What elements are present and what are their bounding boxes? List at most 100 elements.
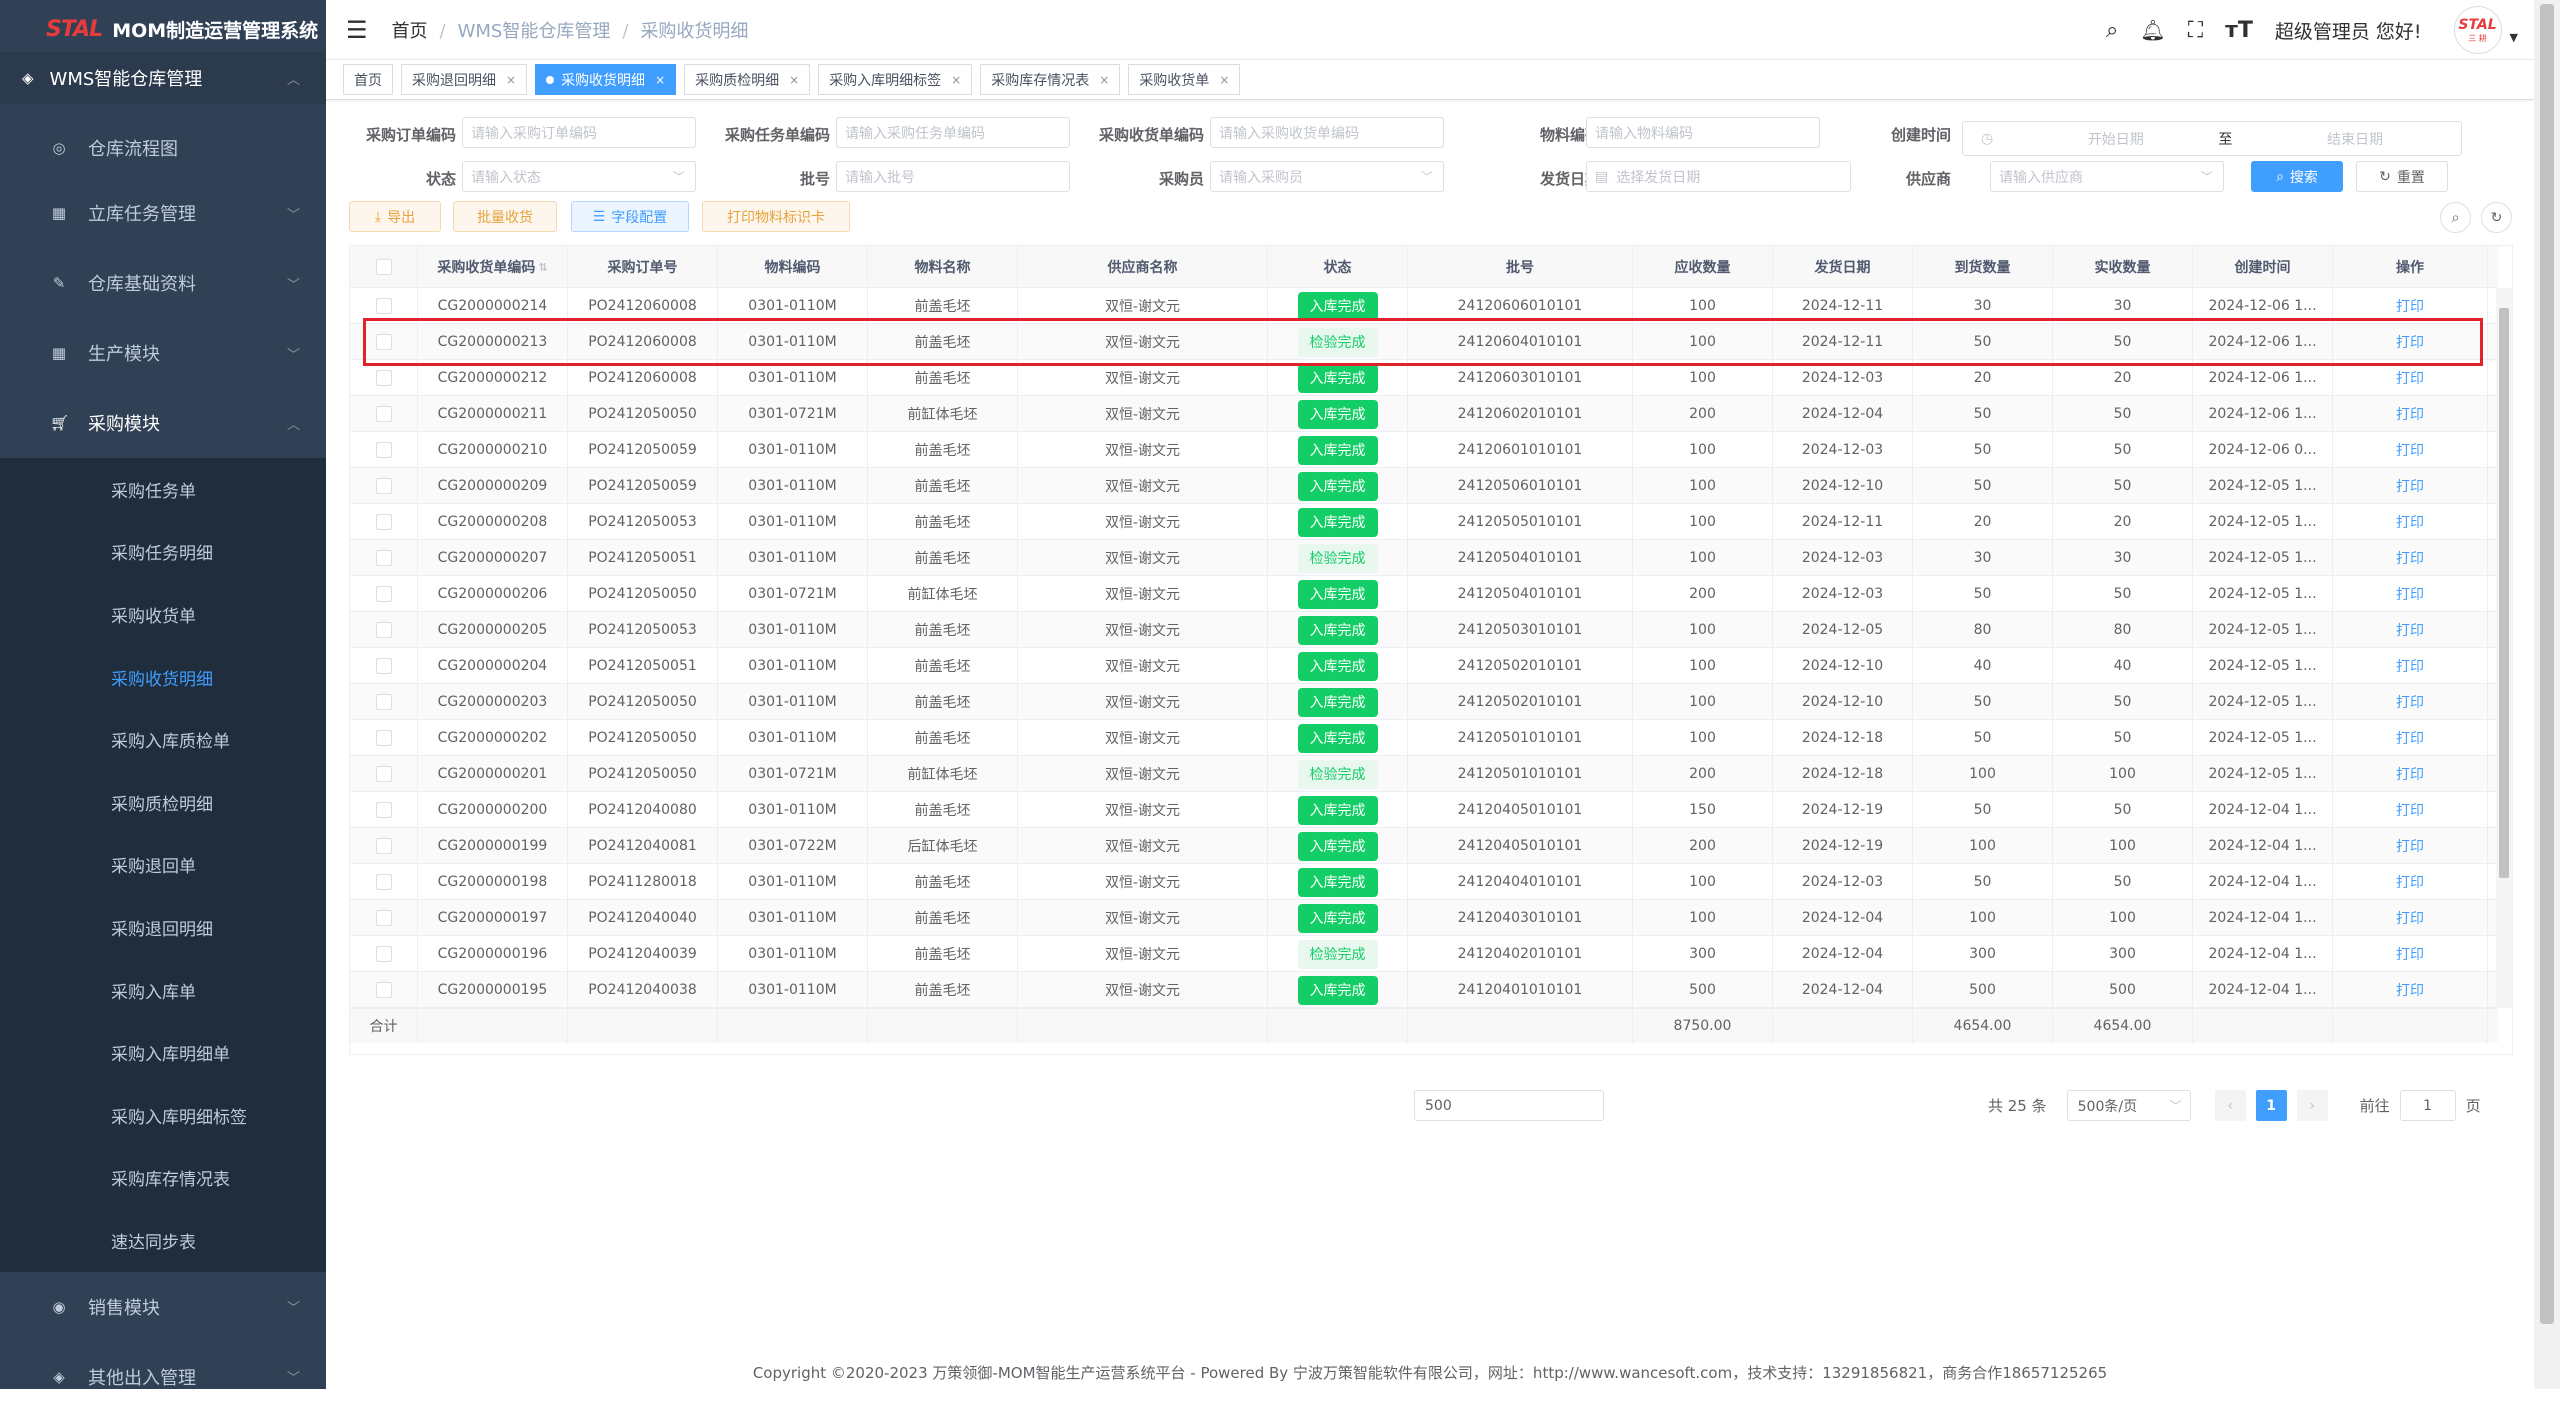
export-button[interactable]: ⤓ 导出 <box>349 201 441 232</box>
caret-down-icon[interactable]: ▼ <box>2510 31 2518 44</box>
print-link[interactable]: 打印 <box>2396 296 2424 316</box>
menu-wms[interactable]: ◈ WMS智能仓库管理 ︿ <box>0 52 326 104</box>
print-link[interactable]: 打印 <box>2396 944 2424 964</box>
checkbox[interactable] <box>375 586 392 602</box>
checkbox[interactable] <box>375 730 392 746</box>
sidebar-item-purchase[interactable]: 🛒︎ 采购模块 ︿ <box>0 388 326 458</box>
close-icon[interactable]: × <box>951 73 961 87</box>
font-size-icon[interactable]: ᴛT <box>2225 18 2253 43</box>
print-link[interactable]: 打印 <box>2396 836 2424 856</box>
row-checkbox-cell[interactable] <box>350 936 418 972</box>
search-button[interactable]: ⌕ 搜索 <box>2251 161 2343 192</box>
submenu-item[interactable]: 采购入库明细单 <box>0 1021 326 1084</box>
row-checkbox-cell[interactable] <box>350 720 418 756</box>
print-link[interactable]: 打印 <box>2396 368 2424 388</box>
toggle-search-icon[interactable]: ⌕ <box>2440 202 2471 233</box>
checkbox[interactable] <box>375 766 392 782</box>
row-checkbox-cell[interactable] <box>350 396 418 432</box>
field-config-button[interactable]: ☰ 字段配置 <box>571 201 689 232</box>
tab-inbound-label[interactable]: 采购入库明细标签 × <box>818 64 973 95</box>
table-row[interactable]: CG2000000205 PO2412050053 0301-0110M 前盖毛坯 双恒… <box>350 612 2498 648</box>
sidebar-item-other-io[interactable]: ◈ 其他出入管理 ﹀ <box>0 1342 326 1412</box>
bell-icon[interactable]: 🔔︎ <box>2140 18 2165 42</box>
prev-page-button[interactable]: ‹ <box>2214 1090 2246 1121</box>
print-link[interactable]: 打印 <box>2396 908 2424 928</box>
submenu-item[interactable]: 采购库存情况表 <box>0 1146 326 1210</box>
submenu-item[interactable]: 采购收货单 <box>0 583 326 646</box>
row-checkbox-cell[interactable] <box>350 576 418 612</box>
submenu-item[interactable]: 采购退回明细 <box>0 896 326 959</box>
table-row[interactable]: CG2000000211 PO2412050050 0301-0721M 前缸体毛坯 双… <box>350 396 2498 432</box>
table-row[interactable]: CG2000000200 PO2412040080 0301-0110M 前盖毛坯 双恒… <box>350 792 2498 828</box>
row-checkbox-cell[interactable] <box>350 756 418 792</box>
table-row[interactable]: CG2000000198 PO2411280018 0301-0110M 前盖毛坯 双恒… <box>350 864 2498 900</box>
created-daterange[interactable]: ◷ 开始日期 至 结束日期 <box>1962 121 2462 156</box>
tab-qc-detail[interactable]: 采购质检明细 × <box>684 64 811 95</box>
sidebar-item-flowchart[interactable]: ◎ 仓库流程图 <box>0 118 326 178</box>
checkbox[interactable] <box>375 550 392 566</box>
receipt-code-input[interactable]: 请输入采购收货单编码 <box>1210 117 1444 148</box>
checkbox[interactable] <box>375 838 392 854</box>
batch-input[interactable]: 请输入批号 <box>836 161 1070 192</box>
close-icon[interactable]: × <box>1219 73 1229 87</box>
sort-icon[interactable]: ⇅ <box>538 261 547 274</box>
row-checkbox-cell[interactable] <box>350 612 418 648</box>
print-link[interactable]: 打印 <box>2396 548 2424 568</box>
sidebar-item-stereo-task[interactable]: ▦ 立库任务管理 ﹀ <box>0 178 326 248</box>
table-row[interactable]: CG2000000202 PO2412050050 0301-0110M 前盖毛坯 双恒… <box>350 720 2498 756</box>
submenu-item[interactable]: 采购任务单 <box>0 458 326 521</box>
checkbox[interactable] <box>375 406 392 422</box>
row-checkbox-cell[interactable] <box>350 504 418 540</box>
submenu-item[interactable]: 采购入库质检单 <box>0 708 326 771</box>
table-row[interactable]: CG2000000210 PO2412050059 0301-0110M 前盖毛坯 双恒… <box>350 432 2498 468</box>
print-link[interactable]: 打印 <box>2396 728 2424 748</box>
ship-date-picker[interactable]: ▤ 选择发货日期 <box>1586 161 1851 192</box>
table-row[interactable]: CG2000000204 PO2412050051 0301-0110M 前盖毛坯 双恒… <box>350 648 2498 684</box>
row-checkbox-cell[interactable] <box>350 540 418 576</box>
row-checkbox-cell[interactable] <box>350 432 418 468</box>
hamburger-icon[interactable]: ☰ <box>346 16 368 44</box>
print-link[interactable]: 打印 <box>2396 584 2424 604</box>
checkbox[interactable] <box>375 982 392 998</box>
close-icon[interactable]: × <box>1099 73 1109 87</box>
breadcrumb-home[interactable]: 首页 <box>392 21 428 42</box>
checkbox[interactable] <box>375 874 392 890</box>
checkbox[interactable] <box>375 259 392 275</box>
checkbox[interactable] <box>375 478 392 494</box>
goto-page-input[interactable]: 1 <box>2399 1090 2456 1121</box>
select-all-checkbox-cell[interactable] <box>350 246 418 288</box>
print-link[interactable]: 打印 <box>2396 440 2424 460</box>
submenu-item[interactable]: 采购入库单 <box>0 958 326 1022</box>
submenu-item[interactable]: 采购入库明细标签 <box>0 1083 326 1147</box>
print-link[interactable]: 打印 <box>2396 692 2424 712</box>
checkbox[interactable] <box>375 514 392 530</box>
checkbox[interactable] <box>375 694 392 710</box>
submenu-item[interactable]: 速达同步表 <box>0 1209 326 1272</box>
per-page-select[interactable]: 500条/页 ﹀ <box>2066 1090 2191 1121</box>
close-icon[interactable]: × <box>655 73 665 87</box>
checkbox[interactable] <box>375 946 392 962</box>
checkbox[interactable] <box>375 298 392 314</box>
row-checkbox-cell[interactable] <box>350 684 418 720</box>
page-size-input[interactable]: 500 <box>1414 1090 1604 1121</box>
row-checkbox-cell[interactable] <box>350 972 418 1008</box>
print-link[interactable]: 打印 <box>2396 620 2424 640</box>
refresh-icon[interactable]: ↻ <box>2481 202 2512 233</box>
table-scrollbar[interactable] <box>2496 288 2512 1008</box>
table-row[interactable]: CG2000000197 PO2412040040 0301-0110M 前盖毛坯 双恒… <box>350 900 2498 936</box>
print-link[interactable]: 打印 <box>2396 404 2424 424</box>
next-page-button[interactable]: › <box>2296 1090 2328 1121</box>
submenu-item[interactable]: 采购任务明细 <box>0 520 326 584</box>
table-row[interactable]: CG2000000206 PO2412050050 0301-0721M 前缸体毛坯 双… <box>350 576 2498 612</box>
task-code-input[interactable]: 请输入采购任务单编码 <box>836 117 1070 148</box>
tab-home[interactable]: 首页 <box>343 64 393 95</box>
print-link[interactable]: 打印 <box>2396 872 2424 892</box>
print-link[interactable]: 打印 <box>2396 512 2424 532</box>
reset-button[interactable]: ↻ 重置 <box>2356 161 2448 192</box>
table-row[interactable]: CG2000000199 PO2412040081 0301-0722M 后缸体毛坯 双… <box>350 828 2498 864</box>
row-checkbox-cell[interactable] <box>350 792 418 828</box>
search-icon[interactable]: ⌕ <box>2106 18 2118 43</box>
tab-return-detail[interactable]: 采购退回明细 × <box>401 64 528 95</box>
print-label-button[interactable]: 打印物料标识卡 <box>702 201 850 232</box>
table-row[interactable]: CG2000000207 PO2412050051 0301-0110M 前盖毛坯 双恒… <box>350 540 2498 576</box>
